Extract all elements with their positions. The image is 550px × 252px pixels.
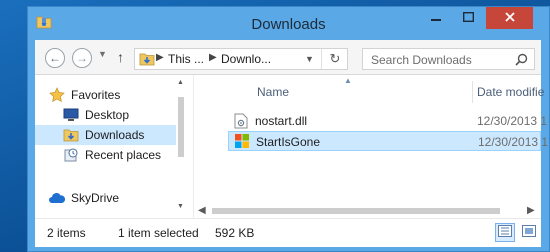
status-bar: 2 items 1 item selected 592 KB — [35, 218, 541, 247]
arrow-right-icon: → — [76, 51, 88, 65]
refresh-icon: ↻ — [329, 51, 341, 66]
scrollbar-thumb[interactable] — [178, 97, 184, 157]
sidebar-item-downloads[interactable]: Downloads — [35, 125, 177, 145]
downloads-folder-icon — [139, 52, 155, 69]
sidebar-item-label: SkyDrive — [71, 191, 120, 205]
selection-count: 1 item selected — [118, 226, 199, 240]
sidebar-item-label: Favorites — [71, 88, 121, 102]
explorer-window: Downloads ← → ▼ ↑ ▶ This ... ▶ Downlo...… — [27, 6, 550, 252]
file-name: nostart.dll — [255, 114, 308, 128]
sidebar-item-skydrive[interactable]: SkyDrive — [48, 188, 119, 208]
file-name: StartIsGone — [256, 135, 321, 149]
content-area: Favorites Desktop Downloads Recent place… — [35, 75, 548, 218]
sidebar-item-favorites[interactable]: Favorites — [48, 85, 120, 105]
address-dropdown-icon[interactable]: ▼ — [305, 54, 314, 64]
close-icon — [504, 11, 515, 25]
navigation-bar: ← → ▼ ↑ ▶ This ... ▶ Downlo... ▼ ↻ Searc… — [35, 40, 541, 75]
desktop-icon — [62, 107, 80, 123]
scrollbar-thumb[interactable] — [212, 208, 500, 214]
file-list-horizontal-scrollbar[interactable]: ◀ ▶ — [194, 204, 541, 218]
skydrive-cloud-icon — [48, 190, 66, 206]
pane-divider[interactable] — [193, 75, 194, 218]
sidebar-item-label: Desktop — [85, 108, 130, 122]
recent-places-icon — [62, 147, 80, 163]
file-row-startisgone[interactable]: StartIsGone 12/30/2013 1 — [228, 131, 548, 151]
refresh-button[interactable]: ↻ — [321, 49, 348, 69]
breadcrumb-downloads[interactable]: Downlo... — [221, 52, 271, 66]
search-input[interactable]: Search Downloads — [371, 53, 472, 67]
breadcrumb-separator-icon[interactable]: ▶ — [209, 52, 217, 63]
large-icons-view-button[interactable] — [519, 223, 539, 242]
close-button[interactable] — [486, 7, 533, 29]
breadcrumb-this-pc[interactable]: This ... — [168, 52, 204, 66]
details-view-icon — [498, 225, 512, 240]
recent-locations-dropdown-icon[interactable]: ▼ — [98, 49, 107, 59]
downloads-folder-icon — [62, 127, 80, 143]
sidebar-item-label: Recent places — [85, 148, 162, 162]
minimize-button[interactable] — [421, 7, 451, 29]
scroll-up-icon[interactable]: ▲ — [177, 79, 184, 86]
large-icons-view-icon — [522, 225, 536, 240]
title-bar[interactable]: Downloads — [28, 7, 549, 39]
breadcrumb-separator-icon[interactable]: ▶ — [156, 52, 164, 63]
sidebar-item-label: Downloads — [85, 128, 145, 142]
minimize-icon — [431, 11, 441, 25]
sort-ascending-icon: ▲ — [344, 76, 352, 85]
back-button[interactable]: ← — [45, 48, 65, 68]
scroll-down-icon[interactable]: ▼ — [177, 203, 184, 210]
navigation-pane: Favorites Desktop Downloads Recent place… — [35, 75, 186, 218]
item-count: 2 items — [47, 226, 86, 240]
dll-file-icon — [234, 113, 248, 132]
selection-size: 592 KB — [215, 226, 255, 240]
up-arrow-icon[interactable]: ↑ — [117, 49, 124, 65]
details-view-button[interactable] — [495, 223, 515, 242]
scroll-right-icon[interactable]: ▶ — [527, 205, 535, 216]
search-icon[interactable] — [515, 53, 528, 69]
arrow-left-icon: ← — [49, 51, 61, 65]
address-bar[interactable]: ▶ This ... ▶ Downlo... ▼ ↻ — [134, 48, 348, 70]
column-divider[interactable] — [472, 81, 473, 103]
sidebar-item-recent-places[interactable]: Recent places — [62, 145, 161, 165]
file-date: 12/30/2013 1 — [478, 135, 549, 149]
file-date: 12/30/2013 1 — [477, 114, 548, 128]
search-box[interactable]: Search Downloads — [362, 48, 535, 70]
column-header-name[interactable]: Name — [257, 85, 289, 99]
maximize-button[interactable] — [453, 7, 483, 29]
file-row-nostart-dll[interactable]: nostart.dll 12/30/2013 1 — [228, 111, 547, 132]
star-icon — [48, 87, 66, 103]
maximize-icon — [462, 11, 474, 25]
windows-logo-icon — [235, 134, 249, 151]
forward-button[interactable]: → — [72, 48, 92, 68]
sidebar-item-desktop[interactable]: Desktop — [62, 105, 129, 125]
navigation-pane-scrollbar[interactable]: ▲ ▼ — [176, 75, 186, 218]
scroll-left-icon[interactable]: ◀ — [198, 205, 206, 216]
column-header-date-modified[interactable]: Date modifie — [477, 85, 544, 99]
